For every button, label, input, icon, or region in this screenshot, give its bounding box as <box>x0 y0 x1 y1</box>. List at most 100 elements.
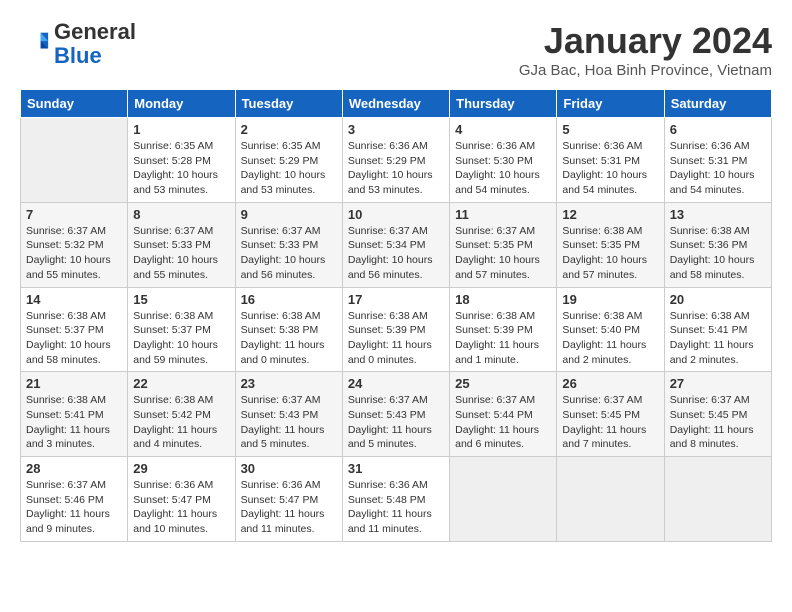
day-number: 31 <box>348 461 444 476</box>
weekday-header: Tuesday <box>235 90 342 118</box>
calendar-cell: 11 Sunrise: 6:37 AMSunset: 5:35 PMDayligh… <box>450 202 557 287</box>
calendar-cell: 2 Sunrise: 6:35 AMSunset: 5:29 PMDaylight… <box>235 118 342 203</box>
calendar-cell: 28 Sunrise: 6:37 AMSunset: 5:46 PMDayligh… <box>21 457 128 542</box>
day-number: 24 <box>348 376 444 391</box>
day-info: Sunrise: 6:38 AMSunset: 5:42 PMDaylight:… <box>133 393 229 452</box>
day-info: Sunrise: 6:35 AMSunset: 5:29 PMDaylight:… <box>241 139 337 198</box>
day-info: Sunrise: 6:38 AMSunset: 5:35 PMDaylight:… <box>562 224 658 283</box>
day-info: Sunrise: 6:36 AMSunset: 5:48 PMDaylight:… <box>348 478 444 537</box>
day-number: 14 <box>26 292 122 307</box>
month-title: January 2024 <box>519 20 772 62</box>
day-info: Sunrise: 6:36 AMSunset: 5:47 PMDaylight:… <box>133 478 229 537</box>
weekday-header: Saturday <box>664 90 771 118</box>
calendar-cell: 27 Sunrise: 6:37 AMSunset: 5:45 PMDayligh… <box>664 372 771 457</box>
calendar-cell: 31 Sunrise: 6:36 AMSunset: 5:48 PMDayligh… <box>342 457 449 542</box>
calendar-table: SundayMondayTuesdayWednesdayThursdayFrid… <box>20 89 772 542</box>
calendar-cell: 19 Sunrise: 6:38 AMSunset: 5:40 PMDayligh… <box>557 287 664 372</box>
day-info: Sunrise: 6:38 AMSunset: 5:40 PMDaylight:… <box>562 309 658 368</box>
day-number: 15 <box>133 292 229 307</box>
calendar-cell: 17 Sunrise: 6:38 AMSunset: 5:39 PMDayligh… <box>342 287 449 372</box>
calendar-cell: 8Sunrise: 6:37 AMSunset: 5:33 PMDaylight… <box>128 202 235 287</box>
day-info: Sunrise: 6:38 AMSunset: 5:41 PMDaylight:… <box>670 309 766 368</box>
day-info: Sunrise: 6:36 AMSunset: 5:47 PMDaylight:… <box>241 478 337 537</box>
day-info: Sunrise: 6:37 AMSunset: 5:43 PMDaylight:… <box>241 393 337 452</box>
day-number: 7 <box>26 207 122 222</box>
calendar-cell: 24 Sunrise: 6:37 AMSunset: 5:43 PMDayligh… <box>342 372 449 457</box>
calendar-cell: 23 Sunrise: 6:37 AMSunset: 5:43 PMDayligh… <box>235 372 342 457</box>
calendar-cell <box>21 118 128 203</box>
day-info: Sunrise: 6:37 AMSunset: 5:35 PMDaylight:… <box>455 224 551 283</box>
day-number: 28 <box>26 461 122 476</box>
day-info: Sunrise: 6:37 AMSunset: 5:46 PMDaylight:… <box>26 478 122 537</box>
day-number: 8 <box>133 207 229 222</box>
day-info: Sunrise: 6:37 AMSunset: 5:32 PMDaylight:… <box>26 224 122 283</box>
calendar-cell: 7 Sunrise: 6:37 AMSunset: 5:32 PMDaylight… <box>21 202 128 287</box>
day-number: 6 <box>670 122 766 137</box>
location-title: GJa Bac, Hoa Binh Province, Vietnam <box>519 62 772 79</box>
calendar-cell: 1 Sunrise: 6:35 AMSunset: 5:28 PMDaylight… <box>128 118 235 203</box>
day-number: 3 <box>348 122 444 137</box>
day-info: Sunrise: 6:38 AMSunset: 5:41 PMDaylight:… <box>26 393 122 452</box>
weekday-header: Monday <box>128 90 235 118</box>
day-info: Sunrise: 6:38 AMSunset: 5:39 PMDaylight:… <box>348 309 444 368</box>
calendar-cell: 4Sunrise: 6:36 AMSunset: 5:30 PMDaylight… <box>450 118 557 203</box>
day-info: Sunrise: 6:38 AMSunset: 5:36 PMDaylight:… <box>670 224 766 283</box>
calendar-cell: 21 Sunrise: 6:38 AMSunset: 5:41 PMDayligh… <box>21 372 128 457</box>
day-number: 2 <box>241 122 337 137</box>
calendar-cell: 29 Sunrise: 6:36 AMSunset: 5:47 PMDayligh… <box>128 457 235 542</box>
day-info: Sunrise: 6:35 AMSunset: 5:28 PMDaylight:… <box>133 139 229 198</box>
calendar-cell: 30 Sunrise: 6:36 AMSunset: 5:47 PMDayligh… <box>235 457 342 542</box>
day-info: Sunrise: 6:36 AMSunset: 5:31 PMDaylight:… <box>562 139 658 198</box>
day-info: Sunrise: 6:37 AMSunset: 5:33 PMDaylight:… <box>241 224 337 283</box>
day-number: 12 <box>562 207 658 222</box>
day-number: 22 <box>133 376 229 391</box>
calendar-cell: 10Sunrise: 6:37 AMSunset: 5:34 PMDayligh… <box>342 202 449 287</box>
day-number: 17 <box>348 292 444 307</box>
calendar-cell: 15 Sunrise: 6:38 AMSunset: 5:37 PMDayligh… <box>128 287 235 372</box>
day-info: Sunrise: 6:37 AMSunset: 5:45 PMDaylight:… <box>670 393 766 452</box>
day-number: 27 <box>670 376 766 391</box>
weekday-header: Friday <box>557 90 664 118</box>
day-number: 25 <box>455 376 551 391</box>
day-info: Sunrise: 6:37 AMSunset: 5:45 PMDaylight:… <box>562 393 658 452</box>
page-header: General Blue January 2024 GJa Bac, Hoa B… <box>20 20 772 79</box>
day-info: Sunrise: 6:38 AMSunset: 5:37 PMDaylight:… <box>26 309 122 368</box>
calendar-cell: 16Sunrise: 6:38 AMSunset: 5:38 PMDayligh… <box>235 287 342 372</box>
day-number: 20 <box>670 292 766 307</box>
day-number: 30 <box>241 461 337 476</box>
logo-blue: Blue <box>54 43 102 68</box>
day-info: Sunrise: 6:37 AMSunset: 5:44 PMDaylight:… <box>455 393 551 452</box>
logo-icon <box>22 28 50 56</box>
weekday-header: Thursday <box>450 90 557 118</box>
calendar-cell: 6 Sunrise: 6:36 AMSunset: 5:31 PMDaylight… <box>664 118 771 203</box>
day-number: 29 <box>133 461 229 476</box>
title-block: January 2024 GJa Bac, Hoa Binh Province,… <box>519 20 772 79</box>
day-info: Sunrise: 6:37 AMSunset: 5:43 PMDaylight:… <box>348 393 444 452</box>
day-number: 5 <box>562 122 658 137</box>
day-number: 1 <box>133 122 229 137</box>
day-number: 4 <box>455 122 551 137</box>
day-number: 11 <box>455 207 551 222</box>
weekday-header: Wednesday <box>342 90 449 118</box>
day-number: 18 <box>455 292 551 307</box>
logo-general: General <box>54 19 136 44</box>
calendar-cell: 14 Sunrise: 6:38 AMSunset: 5:37 PMDayligh… <box>21 287 128 372</box>
calendar-cell: 13 Sunrise: 6:38 AMSunset: 5:36 PMDayligh… <box>664 202 771 287</box>
logo: General Blue <box>20 20 136 68</box>
day-info: Sunrise: 6:38 AMSunset: 5:37 PMDaylight:… <box>133 309 229 368</box>
day-info: Sunrise: 6:37 AMSunset: 5:34 PMDaylight:… <box>348 224 444 283</box>
day-number: 13 <box>670 207 766 222</box>
calendar-cell <box>664 457 771 542</box>
day-number: 19 <box>562 292 658 307</box>
day-number: 23 <box>241 376 337 391</box>
calendar-cell: 22 Sunrise: 6:38 AMSunset: 5:42 PMDayligh… <box>128 372 235 457</box>
calendar-cell: 9Sunrise: 6:37 AMSunset: 5:33 PMDaylight… <box>235 202 342 287</box>
day-number: 21 <box>26 376 122 391</box>
day-info: Sunrise: 6:36 AMSunset: 5:31 PMDaylight:… <box>670 139 766 198</box>
calendar-cell: 20 Sunrise: 6:38 AMSunset: 5:41 PMDayligh… <box>664 287 771 372</box>
calendar-cell: 5 Sunrise: 6:36 AMSunset: 5:31 PMDaylight… <box>557 118 664 203</box>
calendar-cell: 26Sunrise: 6:37 AMSunset: 5:45 PMDayligh… <box>557 372 664 457</box>
calendar-cell: 25 Sunrise: 6:37 AMSunset: 5:44 PMDayligh… <box>450 372 557 457</box>
day-info: Sunrise: 6:36 AMSunset: 5:29 PMDaylight:… <box>348 139 444 198</box>
day-number: 16 <box>241 292 337 307</box>
